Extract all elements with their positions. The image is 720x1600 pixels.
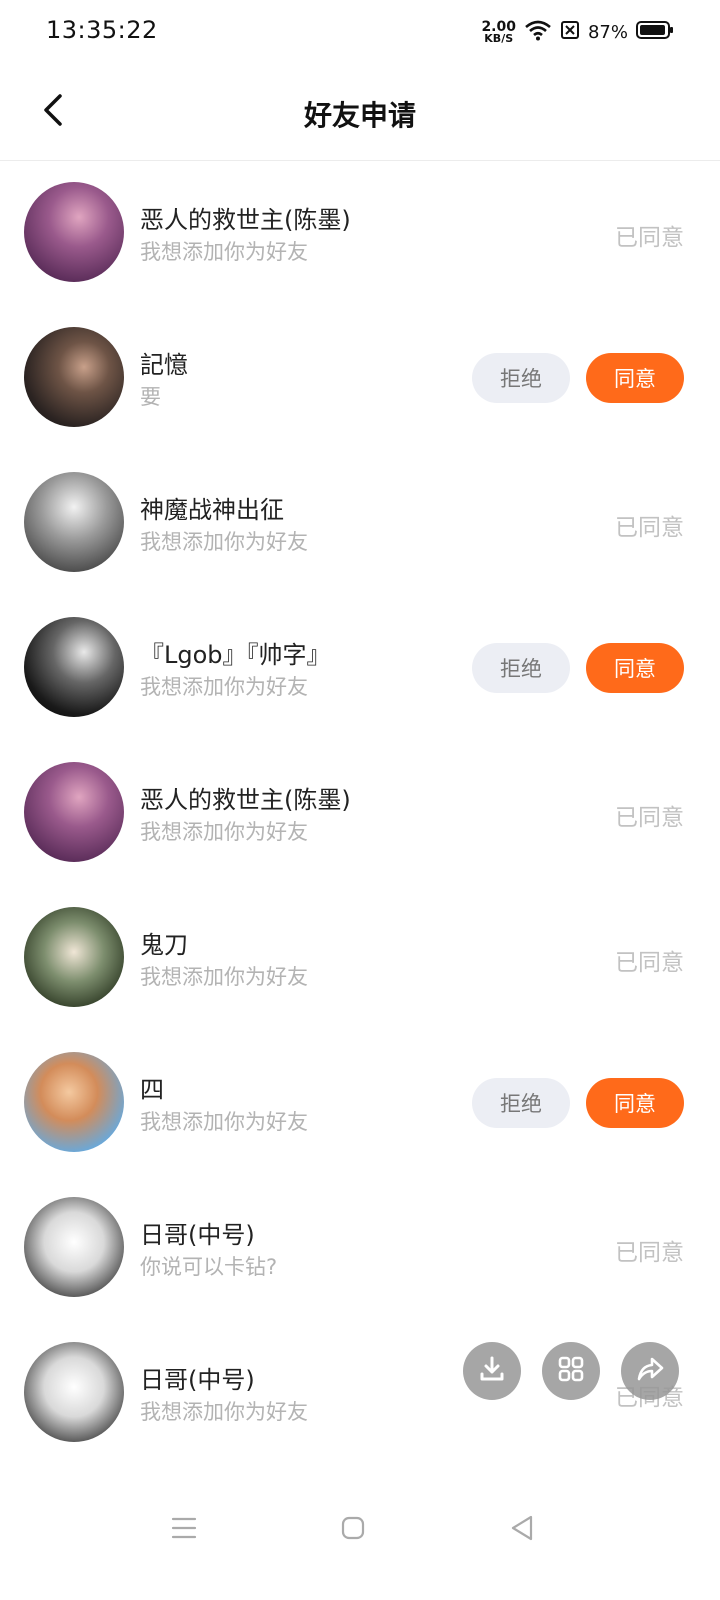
requester-name: 日哥(中号): [140, 1366, 255, 1394]
grid-button[interactable]: [542, 1342, 600, 1400]
reject-button[interactable]: 拒绝: [472, 643, 570, 693]
network-speed-unit: KB/S: [484, 32, 514, 45]
accept-button[interactable]: 同意: [586, 353, 684, 403]
accept-button[interactable]: 同意: [586, 1078, 684, 1128]
agreed-status: 已同意: [615, 805, 684, 831]
share-icon: [635, 1354, 665, 1388]
request-message: 我想添加你为好友: [140, 965, 308, 989]
reject-button[interactable]: 拒绝: [472, 1078, 570, 1128]
requester-name: 鬼刀: [140, 931, 188, 959]
download-icon: [477, 1354, 507, 1388]
request-message: 我想添加你为好友: [140, 820, 308, 844]
requester-name: 『Lgob』『帅字』: [140, 641, 331, 669]
friend-request-item[interactable]: 恶人的救世主(陈墨) 我想添加你为好友 已同意: [0, 160, 720, 305]
home-square-icon: [340, 1515, 366, 1545]
agreed-status: 已同意: [615, 225, 684, 251]
friend-request-item[interactable]: 恶人的救世主(陈墨) 我想添加你为好友 已同意: [0, 740, 720, 885]
avatar[interactable]: [24, 1342, 124, 1442]
avatar[interactable]: [24, 1197, 124, 1297]
request-message: 要: [140, 385, 161, 409]
request-message: 我想添加你为好友: [140, 240, 308, 264]
system-nav-bar: [0, 1490, 720, 1570]
friend-request-item[interactable]: 神魔战神出征我想添加你为好友 已同意: [0, 450, 720, 595]
avatar[interactable]: [24, 327, 124, 427]
requester-name: 恶人的救世主(陈墨): [140, 206, 351, 234]
requester-name: 記憶: [140, 351, 188, 379]
avatar[interactable]: [24, 762, 124, 862]
request-message: 我想添加你为好友: [140, 1400, 308, 1424]
friend-request-item[interactable]: 『Lgob』『帅字』我想添加你为好友 拒绝 同意: [0, 595, 720, 740]
requester-name: 日哥(中号): [140, 1221, 255, 1249]
page-title: 好友申请: [303, 99, 416, 132]
status-icons: 2.00 KB/S 87%: [481, 18, 674, 46]
friend-request-item[interactable]: 四我想添加你为好友 拒绝 同意: [0, 1030, 720, 1175]
agreed-status: 已同意: [615, 1240, 684, 1266]
battery-percent: 87%: [587, 21, 628, 43]
download-button[interactable]: [463, 1342, 521, 1400]
back-nav-button[interactable]: [500, 1508, 544, 1552]
agreed-status: 已同意: [615, 950, 684, 976]
grid-icon: [556, 1354, 586, 1388]
avatar[interactable]: [24, 1052, 124, 1152]
menu-icon: [170, 1515, 198, 1545]
request-message: 我想添加你为好友: [140, 675, 308, 699]
agreed-status: 已同意: [615, 515, 684, 541]
reject-button[interactable]: 拒绝: [472, 353, 570, 403]
friend-request-item[interactable]: 日哥(中号) 你说可以卡钻? 已同意: [0, 1175, 720, 1320]
home-nav-button[interactable]: [331, 1508, 375, 1552]
friend-request-list: 恶人的救世主(陈墨) 我想添加你为好友 已同意 記憶要拒绝 同意 神魔战神出征 我想添加你为…: [0, 160, 720, 1465]
request-message: 你说可以卡钻?: [140, 1255, 278, 1279]
network-speed: 2.00 KB/S: [481, 20, 516, 44]
wifi-icon: [524, 19, 552, 45]
request-message: 我想添加你为好友: [140, 1110, 308, 1134]
requester-name: 四: [140, 1076, 164, 1104]
accept-button[interactable]: 同意: [586, 643, 684, 693]
menu-nav-button[interactable]: [162, 1508, 206, 1552]
app-header: 好友申请: [0, 64, 720, 161]
share-button[interactable]: [621, 1342, 679, 1400]
friend-request-item[interactable]: 日哥(中号)我想添加你为好友已同意: [0, 1320, 720, 1465]
friend-request-item[interactable]: 鬼刀我想添加你为好友 已同意: [0, 885, 720, 1030]
requester-name: 恶人的救世主(陈墨): [140, 786, 351, 814]
status-bar: 13:35:22 2.00 KB/S 87%: [0, 0, 720, 64]
friend-request-item[interactable]: 記憶要 拒绝 同意: [0, 305, 720, 450]
status-time: 13:35:22: [46, 16, 158, 44]
requester-name: 神魔战神出征: [140, 496, 284, 524]
avatar[interactable]: [24, 472, 124, 572]
avatar[interactable]: [24, 617, 124, 717]
no-sim-icon: [560, 20, 580, 44]
battery-icon: [636, 20, 674, 44]
back-triangle-icon: [509, 1514, 535, 1546]
avatar[interactable]: [24, 907, 124, 1007]
avatar[interactable]: [24, 182, 124, 282]
request-message: 我想添加你为好友: [140, 530, 308, 554]
